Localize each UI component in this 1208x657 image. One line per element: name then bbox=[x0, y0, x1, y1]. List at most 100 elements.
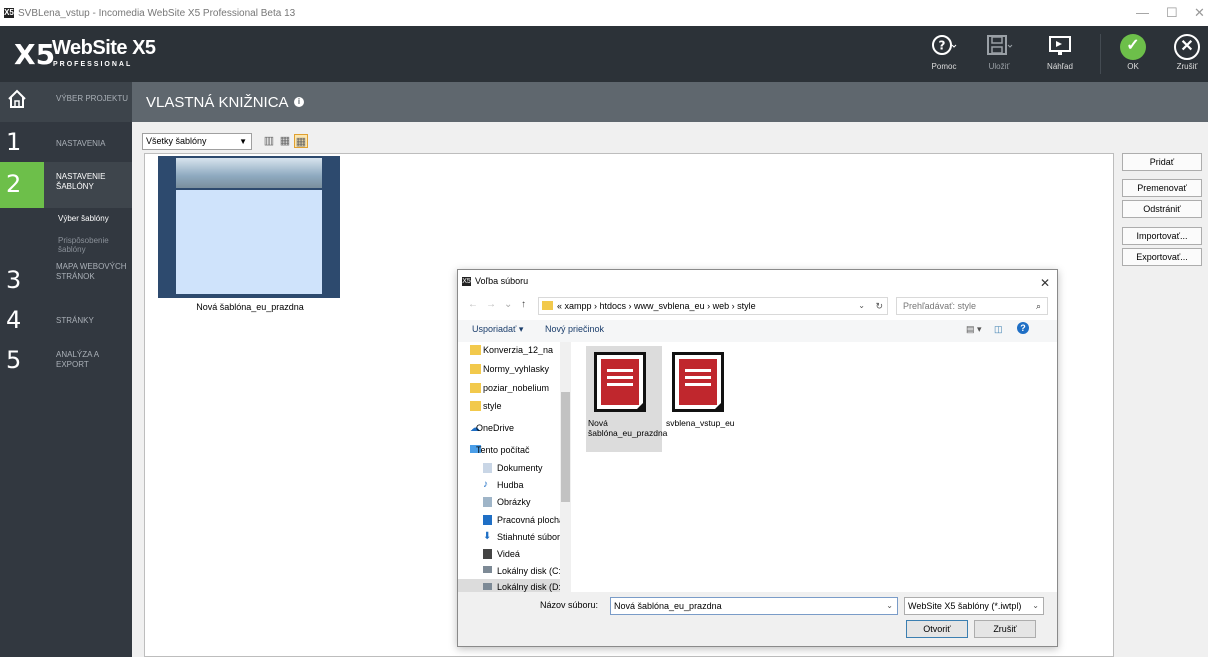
forward-icon[interactable]: → bbox=[486, 299, 496, 310]
drive-icon bbox=[483, 566, 492, 573]
back-icon[interactable]: ← bbox=[468, 299, 478, 310]
add-button[interactable]: Pridať bbox=[1122, 153, 1202, 171]
step-number: 2 bbox=[6, 170, 22, 198]
app-icon: X5 bbox=[4, 8, 14, 18]
step-label: ANALÝZA A EXPORT bbox=[56, 350, 99, 369]
sidebar-subitem-template-select[interactable]: Výber šablóny bbox=[58, 214, 109, 223]
cancel-button[interactable]: ✕ Zrušiť bbox=[1170, 34, 1204, 71]
desktop-icon bbox=[483, 515, 492, 525]
preview-button[interactable]: Náhľad bbox=[1038, 34, 1082, 71]
view-list-icon[interactable]: ▥ bbox=[262, 134, 276, 148]
file-item[interactable]: svblena_vstup_eu bbox=[664, 346, 740, 452]
nav-item[interactable]: style bbox=[483, 401, 561, 411]
step-number: 3 bbox=[6, 266, 22, 294]
preview-icon bbox=[1038, 34, 1082, 60]
help-button[interactable]: ? Pomoc bbox=[922, 34, 966, 71]
file-name: svblena_vstup_eu bbox=[666, 418, 735, 428]
nav-item[interactable]: Konverzia_12_na bbox=[483, 345, 561, 355]
folder-icon bbox=[470, 364, 481, 374]
page-title: VLASTNÁ KNIŽNICA bbox=[146, 94, 289, 111]
chevron-down-icon[interactable]: ⌄ bbox=[858, 298, 865, 314]
thumbnail-banner bbox=[176, 158, 322, 188]
filetype-value: WebSite X5 šablóny (*.iwtpl) bbox=[908, 601, 1022, 611]
pictures-icon bbox=[483, 497, 492, 507]
rename-button[interactable]: Premenovať bbox=[1122, 179, 1202, 197]
refresh-icon[interactable]: ↻ bbox=[875, 298, 883, 314]
dialog-app-icon: X5 bbox=[462, 277, 471, 286]
filename-label: Názov súboru: bbox=[540, 600, 599, 610]
template-filter-value: Všetky šablóny bbox=[146, 136, 207, 146]
new-folder-button[interactable]: Nový priečinok bbox=[545, 324, 604, 334]
save-button[interactable]: Uložiť bbox=[976, 34, 1022, 71]
info-icon[interactable]: i bbox=[294, 97, 304, 107]
home-icon bbox=[6, 88, 28, 113]
template-name: Nová šablóna_eu_prazdna bbox=[196, 302, 304, 312]
nav-item[interactable]: Normy_vyhlasky bbox=[483, 364, 561, 374]
folder-icon bbox=[470, 383, 481, 393]
logo-subtitle: PROFESSIONAL bbox=[53, 61, 133, 68]
sidebar-subitem-template-customize[interactable]: Prispôsobenie šablóny bbox=[58, 236, 128, 254]
download-icon: ⬇ bbox=[483, 531, 492, 542]
ok-label: OK bbox=[1127, 62, 1139, 71]
search-input[interactable]: Prehľadávať: style ⌕ bbox=[896, 297, 1048, 315]
drive-icon bbox=[483, 583, 492, 590]
step-label: STRÁNKY bbox=[56, 316, 94, 325]
save-label: Uložiť bbox=[988, 62, 1010, 71]
preview-label: Náhľad bbox=[1047, 62, 1073, 71]
thumbnail-page bbox=[176, 190, 322, 294]
file-item[interactable]: Nová šablóna_eu_prazdna bbox=[586, 346, 668, 452]
title-bar: X5 SVBLena_vstup - Incomedia WebSite X5 … bbox=[0, 0, 1208, 26]
chevron-down-icon[interactable]: ⌄ bbox=[886, 598, 893, 614]
search-icon: ⌕ bbox=[1035, 301, 1041, 311]
organize-menu[interactable]: Usporiadať ▾ bbox=[472, 324, 523, 335]
view-thumbnails-icon[interactable]: ▦ bbox=[294, 134, 308, 148]
dialog-close-button[interactable]: ✕ bbox=[1040, 276, 1050, 290]
filetype-select[interactable]: WebSite X5 šablóny (*.iwtpl) ⌄ bbox=[904, 597, 1044, 615]
step-number: 5 bbox=[6, 346, 22, 374]
dialog-cancel-button[interactable]: Zrušiť bbox=[974, 620, 1036, 638]
preview-pane-icon[interactable]: ◫ bbox=[994, 324, 1003, 335]
open-button[interactable]: Otvoriť bbox=[906, 620, 968, 638]
music-icon: ♪ bbox=[483, 479, 488, 490]
close-window-button[interactable]: ✕ bbox=[1194, 6, 1205, 20]
view-details-icon[interactable]: ▦ bbox=[278, 134, 292, 148]
logo-mark: X5 bbox=[14, 38, 56, 71]
delete-button[interactable]: Odstrániť bbox=[1122, 200, 1202, 218]
check-icon: ✓ bbox=[1120, 34, 1146, 60]
view-options-icon[interactable]: ▤ ▾ bbox=[966, 324, 982, 335]
recent-chevron-icon[interactable]: ⌄ bbox=[504, 299, 512, 310]
nav-scrollbar-thumb[interactable] bbox=[561, 392, 570, 502]
template-filter-select[interactable]: Všetky šablóny ▼ bbox=[142, 133, 252, 150]
logo-name: WebSite X5 bbox=[52, 37, 156, 59]
up-icon[interactable]: ↑ bbox=[521, 299, 526, 310]
folder-icon bbox=[542, 301, 553, 310]
file-name: Nová šablóna_eu_prazdna bbox=[588, 418, 668, 438]
nav-item[interactable]: Tento počítač bbox=[476, 445, 554, 455]
svg-text:?: ? bbox=[939, 39, 946, 53]
sidebar-label-home: VÝBER PROJEKTU bbox=[56, 94, 129, 103]
maximize-button[interactable]: ☐ bbox=[1166, 6, 1178, 20]
help-label: Pomoc bbox=[931, 62, 957, 71]
help-icon: ? bbox=[922, 34, 966, 60]
documents-icon bbox=[483, 463, 492, 473]
close-icon: ✕ bbox=[1174, 34, 1200, 60]
folder-icon bbox=[470, 401, 481, 411]
nav-item[interactable]: poziar_nobelium bbox=[483, 383, 561, 393]
minimize-button[interactable]: — bbox=[1136, 6, 1149, 20]
header-separator bbox=[1100, 34, 1101, 74]
export-button[interactable]: Exportovať... bbox=[1122, 248, 1202, 266]
import-button[interactable]: Importovať... bbox=[1122, 227, 1202, 245]
app-header bbox=[0, 26, 1208, 82]
template-thumbnail[interactable] bbox=[158, 156, 340, 298]
dialog-title: Voľba súboru bbox=[475, 276, 529, 286]
help-icon[interactable]: ? bbox=[1017, 322, 1029, 334]
chevron-down-icon: ▼ bbox=[239, 137, 247, 146]
ok-button[interactable]: ✓ OK bbox=[1116, 34, 1150, 71]
step-label: NASTAVENIA bbox=[56, 139, 106, 148]
template-file-icon bbox=[672, 352, 724, 412]
nav-item[interactable]: OneDrive bbox=[476, 423, 554, 433]
filename-input[interactable]: Nová šablóna_eu_prazdna ⌄ bbox=[610, 597, 898, 615]
step-label: MAPA WEBOVÝCH STRÁNOK bbox=[56, 262, 127, 281]
address-bar[interactable]: « xampp › htdocs › www_svblena_eu › web … bbox=[538, 297, 888, 315]
window-title: SVBLena_vstup - Incomedia WebSite X5 Pro… bbox=[18, 7, 296, 19]
